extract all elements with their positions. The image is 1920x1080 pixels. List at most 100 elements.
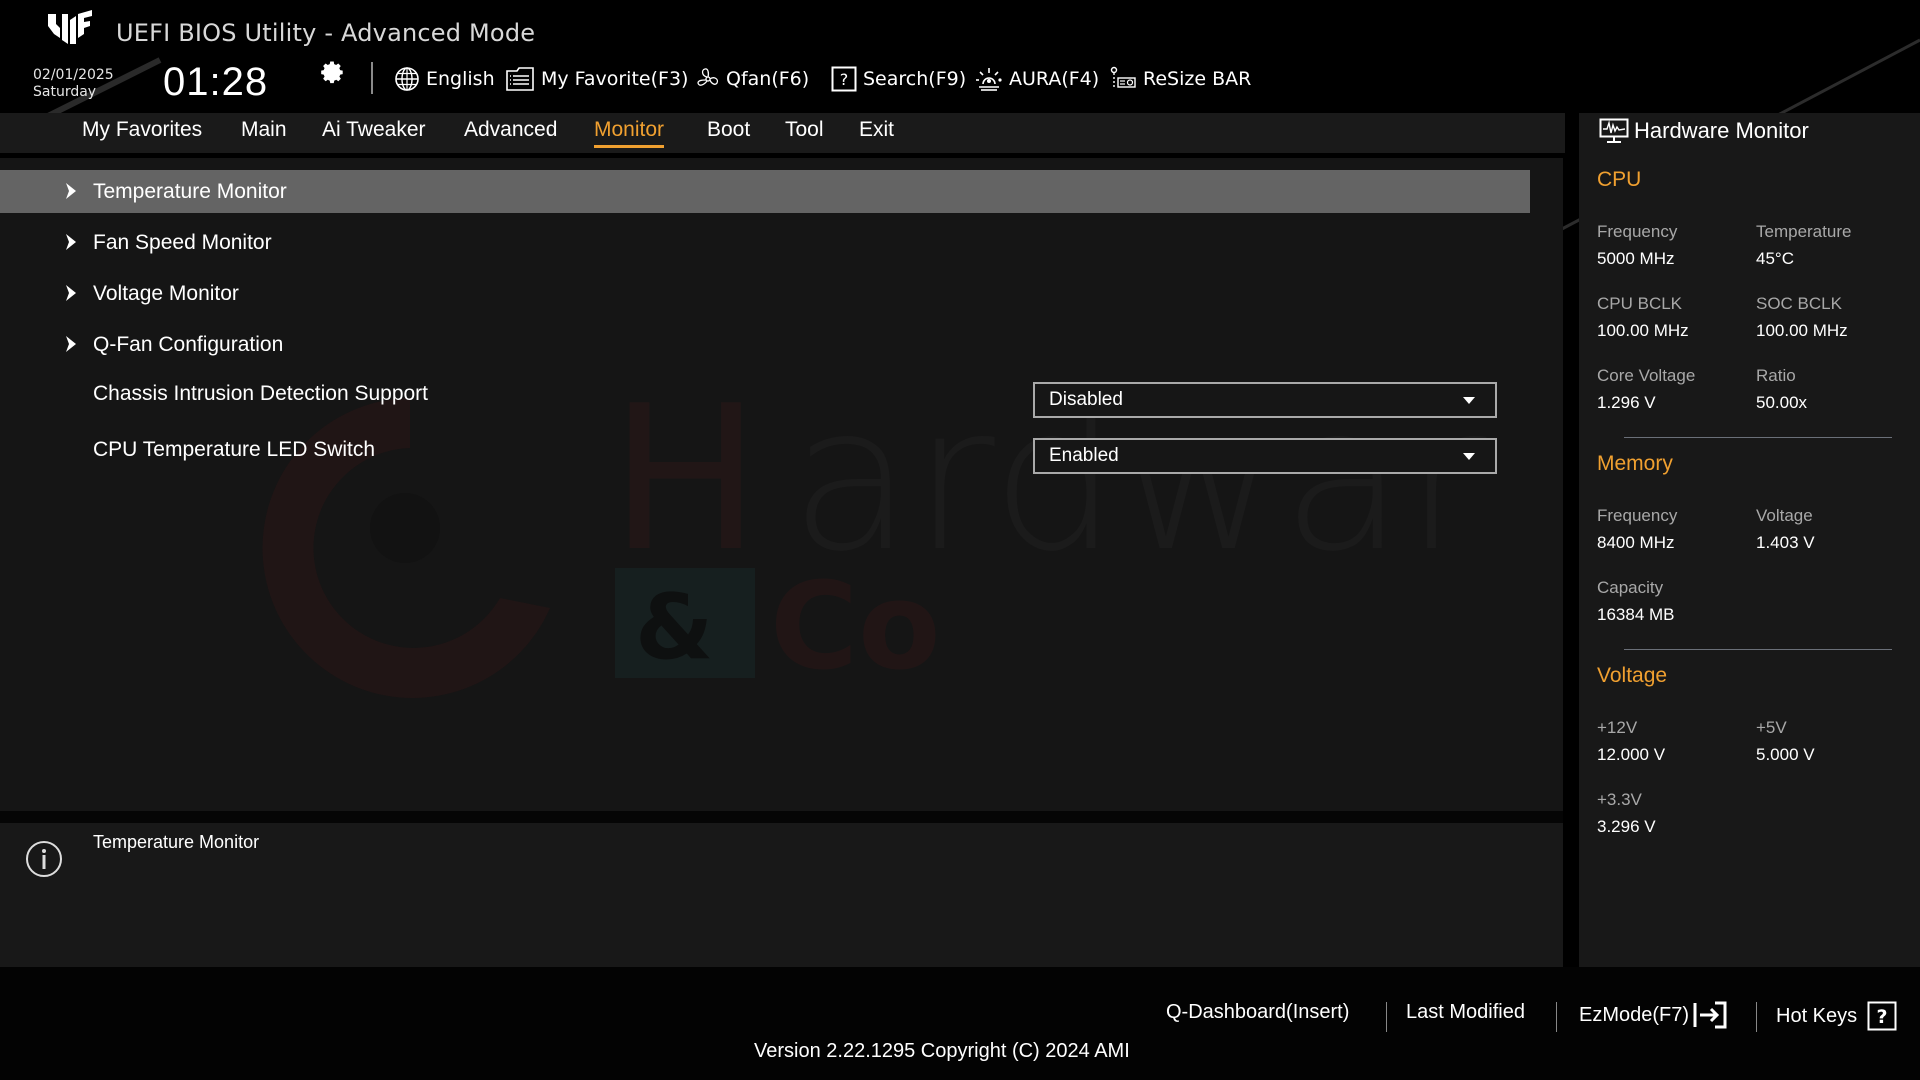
tab-tool[interactable]: Tool bbox=[785, 118, 824, 145]
last-modified-button[interactable]: Last Modified bbox=[1406, 1001, 1525, 1024]
memory-voltage-value: 1.403 V bbox=[1756, 533, 1815, 552]
header-separator bbox=[371, 62, 373, 94]
footer-separator bbox=[1556, 1002, 1557, 1032]
v5-label: +5V bbox=[1756, 718, 1787, 737]
chevron-right-icon bbox=[66, 234, 76, 250]
main-nav-bar: My Favorites Main Ai Tweaker Advanced Mo… bbox=[0, 113, 1565, 153]
core-voltage-label: Core Voltage bbox=[1597, 366, 1696, 385]
gear-icon[interactable] bbox=[320, 60, 346, 86]
my-favorite-label: My Favorite(F3) bbox=[541, 68, 689, 90]
footer-separator bbox=[1386, 1002, 1387, 1032]
app-title: UEFI BIOS Utility - Advanced Mode bbox=[116, 19, 536, 47]
cpu-bclk-label: CPU BCLK bbox=[1597, 294, 1683, 313]
v12-value: 12.000 V bbox=[1597, 745, 1666, 764]
date-text: 02/01/2025 bbox=[33, 67, 114, 83]
memory-capacity-value: 16384 MB bbox=[1597, 605, 1675, 624]
chevron-right-icon bbox=[66, 183, 76, 199]
resize-bar-label: ReSize BAR bbox=[1143, 68, 1252, 90]
tab-exit[interactable]: Exit bbox=[859, 118, 894, 145]
resize-bar-icon bbox=[1110, 66, 1136, 88]
tab-monitor[interactable]: Monitor bbox=[594, 118, 665, 148]
chassis-intrusion-select[interactable]: Disabled bbox=[1033, 382, 1497, 418]
hot-keys-button[interactable]: Hot Keys ? bbox=[1776, 1001, 1897, 1031]
language-label: English bbox=[426, 68, 495, 90]
svg-text:ardwar: ardwar bbox=[790, 388, 1487, 596]
select-value: Enabled bbox=[1049, 445, 1119, 466]
submenu-label: Temperature Monitor bbox=[93, 179, 287, 203]
memory-frequency-value: 8400 MHz bbox=[1597, 533, 1675, 552]
cpu-frequency-value: 5000 MHz bbox=[1597, 249, 1675, 268]
aura-label: AURA(F4) bbox=[1009, 68, 1100, 90]
help-text: Temperature Monitor bbox=[93, 832, 260, 852]
qfan-label: Qfan(F6) bbox=[726, 68, 810, 90]
voltage-section-title: Voltage bbox=[1597, 664, 1668, 687]
chevron-right-icon bbox=[66, 285, 76, 301]
submenu-label: Q-Fan Configuration bbox=[93, 332, 284, 356]
submenu-label: Fan Speed Monitor bbox=[93, 230, 272, 254]
cpu-frequency-label: Frequency bbox=[1597, 222, 1678, 241]
tab-main[interactable]: Main bbox=[241, 118, 287, 145]
setting-label: Chassis Intrusion Detection Support bbox=[93, 381, 429, 405]
footer-separator bbox=[1756, 1002, 1757, 1032]
q-dashboard-button[interactable]: Q-Dashboard(Insert) bbox=[1166, 1001, 1349, 1024]
ezmode-button[interactable]: EzMode(F7) bbox=[1579, 1001, 1727, 1029]
submenu-temperature-monitor[interactable]: Temperature Monitor bbox=[0, 170, 1530, 213]
qfan-button[interactable]: Qfan(F6) bbox=[696, 64, 809, 94]
clock[interactable]: 01:28 bbox=[163, 60, 268, 105]
aura-light-icon bbox=[976, 68, 1002, 91]
submenu-fan-speed-monitor[interactable]: Fan Speed Monitor bbox=[0, 221, 1530, 264]
main-content-panel: H ardwar & Co Temperature Monitor Fan Sp… bbox=[0, 158, 1563, 811]
favorite-list-icon bbox=[506, 67, 534, 91]
memory-capacity-label: Capacity bbox=[1597, 578, 1664, 597]
submenu-label: Voltage Monitor bbox=[93, 281, 239, 305]
core-voltage-value: 1.296 V bbox=[1597, 393, 1656, 412]
tab-my-favorites[interactable]: My Favorites bbox=[82, 118, 202, 145]
weekday-text: Saturday bbox=[33, 84, 97, 100]
tab-boot[interactable]: Boot bbox=[707, 118, 750, 145]
hardware-monitor-title: Hardware Monitor bbox=[1634, 118, 1809, 143]
tuf-logo-icon bbox=[48, 10, 92, 44]
submenu-voltage-monitor[interactable]: Voltage Monitor bbox=[0, 272, 1530, 315]
soc-bclk-value: 100.00 MHz bbox=[1756, 321, 1848, 340]
ratio-label: Ratio bbox=[1756, 366, 1796, 385]
search-button[interactable]: ? Search(F9) bbox=[831, 64, 966, 94]
soc-bclk-label: SOC BCLK bbox=[1756, 294, 1842, 313]
ezmode-label: EzMode(F7) bbox=[1579, 1003, 1690, 1026]
cpu-temperature-label: Temperature bbox=[1756, 222, 1852, 241]
aura-button[interactable]: AURA(F4) bbox=[975, 64, 1099, 94]
resize-bar-button[interactable]: ReSize BAR bbox=[1109, 64, 1251, 94]
memory-voltage-label: Voltage bbox=[1756, 506, 1813, 525]
v5-value: 5.000 V bbox=[1756, 745, 1815, 764]
cpu-section-title: CPU bbox=[1597, 168, 1642, 191]
tab-advanced[interactable]: Advanced bbox=[464, 118, 557, 145]
fan-icon bbox=[697, 68, 719, 86]
date-display: 02/01/2025 Saturday bbox=[33, 67, 114, 101]
svg-text:H: H bbox=[610, 388, 760, 596]
my-favorite-button[interactable]: My Favorite(F3) bbox=[505, 64, 688, 94]
exit-arrow-icon bbox=[1693, 1001, 1727, 1029]
cpu-temp-led-select[interactable]: Enabled bbox=[1033, 438, 1497, 474]
dropdown-caret-icon bbox=[1463, 453, 1475, 460]
language-button[interactable]: English bbox=[394, 64, 495, 94]
hardware-monitor-icon bbox=[1599, 118, 1629, 143]
cpu-temperature-value: 45°C bbox=[1756, 249, 1794, 268]
v12-label: +12V bbox=[1597, 718, 1638, 737]
svg-text:&: & bbox=[635, 575, 714, 680]
v33-value: 3.296 V bbox=[1597, 817, 1656, 836]
search-help-icon: ? bbox=[831, 66, 857, 92]
help-question-icon: ? bbox=[1867, 1001, 1897, 1031]
version-text: Version 2.22.1295 Copyright (C) 2024 AMI bbox=[754, 1040, 1130, 1062]
globe-icon bbox=[395, 67, 419, 91]
svg-text:?: ? bbox=[840, 70, 849, 89]
v33-label: +3.3V bbox=[1597, 790, 1642, 809]
ratio-value: 50.00x bbox=[1756, 393, 1808, 412]
svg-text:Co: Co bbox=[770, 558, 941, 697]
dropdown-caret-icon bbox=[1463, 397, 1475, 404]
tab-ai-tweaker[interactable]: Ai Tweaker bbox=[322, 118, 426, 145]
panel-divider bbox=[0, 811, 1563, 823]
select-value: Disabled bbox=[1049, 389, 1123, 410]
submenu-qfan-configuration[interactable]: Q-Fan Configuration bbox=[0, 323, 1530, 366]
info-icon bbox=[26, 841, 62, 877]
memory-frequency-label: Frequency bbox=[1597, 506, 1678, 525]
section-divider bbox=[1624, 649, 1892, 650]
